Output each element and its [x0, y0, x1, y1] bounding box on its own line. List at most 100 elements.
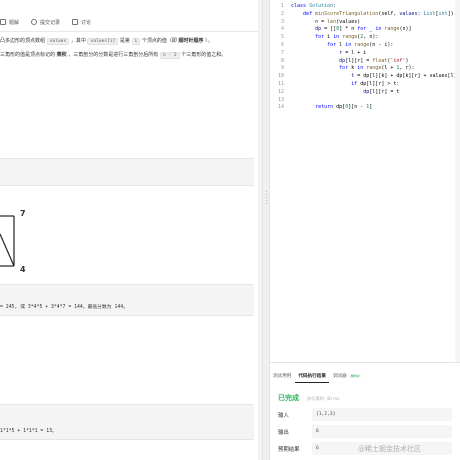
- desc-text: ，其中: [70, 38, 86, 44]
- code-token: for: [339, 65, 349, 72]
- example-1-block: [0, 158, 254, 186]
- line-number: 3: [280, 18, 284, 25]
- history-icon: [31, 19, 38, 25]
- editor-scrollbar[interactable]: [455, 0, 460, 362]
- desc-text: 个顶点的值（即: [141, 38, 177, 44]
- code-token: = [[: [321, 26, 337, 33]
- code-token: ]: [369, 104, 373, 111]
- tab-solutions[interactable]: 题解: [0, 19, 19, 26]
- code-token: 'inf': [390, 57, 406, 64]
- line-number: 11: [277, 81, 284, 87]
- line-number: 8: [280, 57, 284, 64]
- run-time: 执行用时: 40 ms: [307, 396, 340, 401]
- code-token: range: [384, 26, 400, 33]
- code-token: i: [324, 34, 334, 41]
- code-line: 7 r = l + i: [270, 50, 366, 58]
- code-line: 14 return dp[0][n - 1]: [270, 104, 372, 112]
- code-line: 8 dp[l][r] = float('inf'): [270, 58, 408, 66]
- tab-submissions[interactable]: 提交记录: [31, 19, 60, 26]
- code-token: minScoreTriangulation: [315, 10, 379, 17]
- desc-text: ，三角剖分的分数是进行三角剖分后所有: [68, 52, 159, 58]
- code-token: return: [315, 104, 334, 111]
- app-root: 题解 提交记录 讨论 凸多边形的顶点数组 values ，其中 values[i…: [0, 0, 460, 460]
- code-token: values: [399, 10, 418, 17]
- code-token: len: [327, 18, 337, 25]
- code-token: class: [291, 3, 310, 9]
- code-line: 11 if dp[l][r] > t:: [270, 81, 399, 89]
- code-line: 6 for l in range(n - i):: [270, 42, 393, 50]
- vertex-label-7: 7: [20, 209, 26, 218]
- code-token: Solution: [309, 3, 334, 9]
- tab-discussion[interactable]: 讨论: [72, 19, 91, 26]
- expected-label: 预期结果: [278, 446, 300, 453]
- line-number: 13: [277, 96, 284, 103]
- code-token: (n)]: [399, 26, 412, 33]
- tab-testcases[interactable]: 测试用例: [270, 370, 294, 383]
- code-token: = dp[l][k] + dp[k][r] + values[l] *: [354, 73, 460, 80]
- code-token: [l][r] = t: [369, 88, 400, 95]
- output-value[interactable]: 6: [312, 425, 452, 438]
- line-number: 1: [280, 3, 284, 9]
- desc-bold: 顺时针顺序: [178, 38, 204, 44]
- code-editor[interactable]: 1 class Solution: 2 def minScoreTriangulat…: [270, 0, 460, 362]
- code-token: range: [354, 42, 370, 48]
- code-token: range: [366, 65, 382, 72]
- output-label: 输出: [278, 429, 289, 436]
- input-row: 输入 [1,2,3]: [278, 407, 452, 422]
- panel-resize-handle[interactable]: [262, 0, 270, 460]
- code-token: List: [423, 10, 436, 17]
- example-1-explanation: = 245, 或 3*4*5 + 3*4*7 = 144。最低分数为 144。: [0, 305, 128, 310]
- tab-submissions-label: 提交记录: [40, 19, 61, 26]
- code-token: (values): [336, 18, 361, 25]
- desc-text: 个三角形的值之和。: [181, 52, 227, 58]
- inline-code: n - 2: [159, 52, 180, 59]
- code-token: float: [372, 57, 388, 64]
- code-token: (self,: [378, 10, 400, 17]
- code-token: range: [342, 34, 358, 41]
- console-tabs: 测试用例 代码执行结果 调试器 Beta: [270, 369, 365, 383]
- code-token: :: [333, 3, 337, 9]
- problem-panel: 题解 提交记录 讨论 凸多边形的顶点数组 values ，其中 values[i…: [0, 0, 262, 460]
- line-number: 9: [280, 65, 284, 72]
- code-token: (l +: [381, 65, 397, 72]
- example-2-explanation: 1*1*5 + 1*1*1 = 13。: [0, 429, 57, 434]
- tab-debugger-label: 调试器: [332, 373, 347, 379]
- input-value[interactable]: [1,2,3]: [312, 408, 452, 421]
- desc-text: 凸多边形的顶点数组: [0, 38, 46, 44]
- output-row: 输出 6: [278, 424, 452, 439]
- code-token: for: [357, 26, 367, 33]
- code-line: 1 class Solution:: [270, 3, 336, 11]
- description-line-1: 凸多边形的顶点数组 values ，其中 values[i] 是第 i 个顶点的…: [0, 38, 213, 45]
- line-number: 4: [280, 26, 284, 33]
- tabs-divider: [0, 31, 262, 32]
- code-token: (n - i):: [369, 42, 394, 48]
- doc-icon: [0, 19, 6, 25]
- code-line: 2 def minScoreTriangulation(self, values…: [270, 11, 460, 19]
- line-number: 10: [277, 73, 284, 80]
- line-number: 7: [280, 49, 284, 56]
- line-number: 6: [280, 42, 284, 48]
- tab-result[interactable]: 代码执行结果: [295, 370, 329, 383]
- code-token: ][n -: [348, 104, 367, 111]
- chat-icon: [72, 19, 79, 25]
- code-token: k: [348, 65, 358, 72]
- code-line: 10 t = dp[l][k] + dp[k][r] + values[l] *: [270, 73, 460, 81]
- tab-debugger[interactable]: 调试器 Beta: [330, 370, 364, 383]
- code-token: l: [336, 42, 346, 48]
- desc-text: 是第: [119, 38, 130, 44]
- problem-tabs: 题解 提交记录 讨论: [0, 14, 103, 30]
- status-done: 已完成: [278, 394, 299, 402]
- code-line: 5 for i in range(2, n):: [270, 34, 378, 42]
- code-token: ): [405, 57, 409, 64]
- inline-code: values[i]: [87, 38, 119, 45]
- line-number: 12: [277, 88, 284, 95]
